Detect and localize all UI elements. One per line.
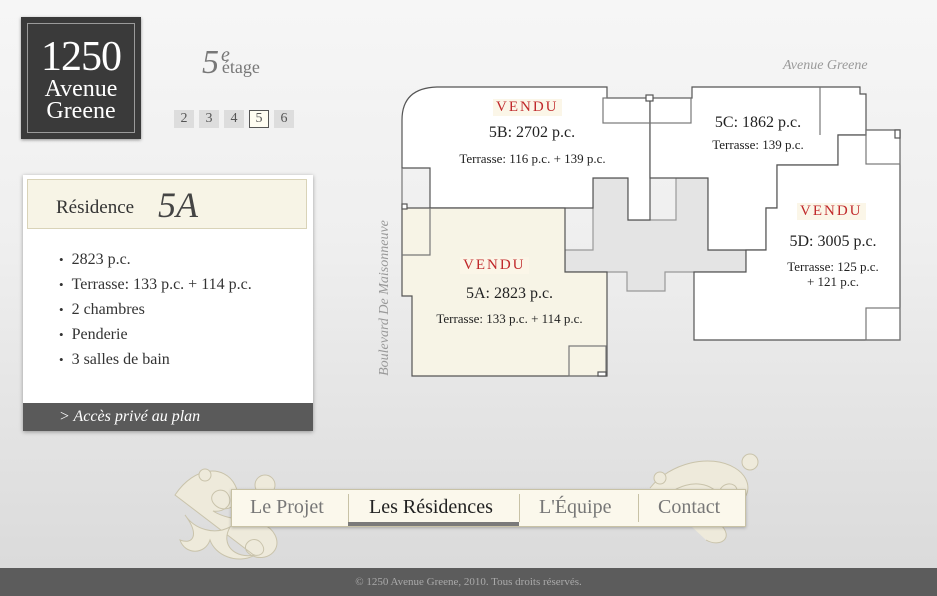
unit-5c-area: 5C: 1862 p.c. <box>714 114 802 131</box>
footer: © 1250 Avenue Greene, 2010. Tous droits … <box>0 568 937 596</box>
unit-5d-terrace: Terrasse: 125 p.c. <box>787 259 879 274</box>
unit-5a-area: 5A: 2823 p.c. <box>465 285 554 302</box>
nav-active-indicator <box>348 522 519 526</box>
nav-residences[interactable]: Les Résidences <box>369 496 493 519</box>
unit-5c-terrace: Terrasse: 139 p.c. <box>712 137 804 152</box>
unit-5a-sold: VENDU <box>460 257 529 274</box>
nav-equipe[interactable]: L'Équipe <box>539 496 611 519</box>
nav-contact[interactable]: Contact <box>658 496 720 519</box>
unit-5b-sold: VENDU <box>493 99 562 116</box>
nav-projet[interactable]: Le Projet <box>250 496 324 519</box>
unit-5d-terrace-2: + 121 p.c. <box>806 274 860 289</box>
main-navigation: Le Projet Les Résidences L'Équipe Contac… <box>231 489 746 527</box>
unit-5b-area: 5B: 2702 p.c. <box>488 124 576 141</box>
unit-5b-terrace: Terrasse: 116 p.c. + 139 p.c. <box>459 151 606 166</box>
unit-5d-sold: VENDU <box>797 203 866 220</box>
unit-5a-terrace: Terrasse: 133 p.c. + 114 p.c. <box>436 311 583 326</box>
unit-5d-area: 5D: 3005 p.c. <box>789 233 877 250</box>
